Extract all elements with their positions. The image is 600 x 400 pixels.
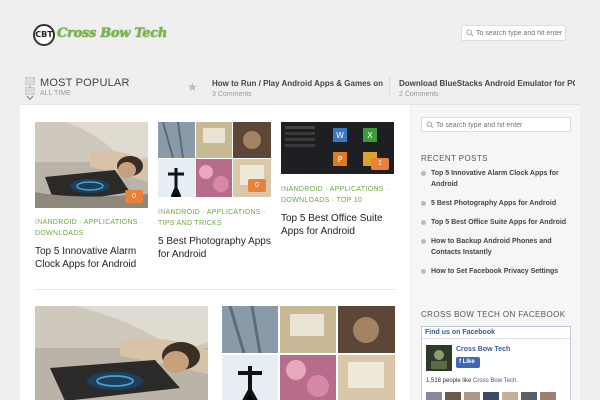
recent-post-link[interactable]: Top 5 Innovative Alarm Clock Apps for An… [421,168,573,190]
sidebar-search-box[interactable] [421,117,571,132]
comment-count-badge[interactable]: 1 [371,158,389,170]
fan-avatar[interactable] [445,392,461,400]
categories-prefix: IN [158,209,166,216]
comment-count-badge[interactable]: 0 [248,179,266,192]
post-card: INANDROID · APPLICATIONS · DOWNLOADS Top… [35,217,150,271]
fan-avatar[interactable] [426,392,442,400]
post-title[interactable]: 5 Best Photography Apps for Android [158,235,276,261]
photo-collage-image [222,306,395,400]
popular-item-title[interactable]: How to Run / Play Android Apps & Games o… [212,79,384,88]
site-header: CBT Cross Bow Tech [0,0,600,70]
fb-page-name[interactable]: Cross Bow Tech [456,346,510,353]
fb-find-us[interactable]: Find us on Facebook [422,327,570,339]
svg-text:W: W [336,131,344,140]
fb-count-text: 1,518 people like [426,378,472,384]
popular-item-comments[interactable]: 3 Comments [212,91,384,98]
alarm-clock-image [35,306,208,400]
categories-links[interactable]: ANDROID · APPLICATIONS · DOWNLOADS [35,219,143,237]
svg-text:P: P [338,155,343,164]
sidebar-search-input[interactable] [436,119,568,131]
post-card: INANDROID · APPLICATIONS · TIPS AND TRIC… [158,207,276,261]
page-avatar-image [426,345,452,371]
post-thumbnail[interactable]: W X P 1 [281,122,394,174]
svg-text:X: X [367,131,373,140]
most-popular-bar: MOST POPULAR ALL TIME ★ How to Run / Pla… [0,70,600,104]
chevron-up-icon[interactable] [25,77,35,91]
recent-post-link[interactable]: How to Set Facebook Privacy Settings [421,266,573,277]
search-icon [466,29,474,37]
divider [389,76,390,98]
categories-links[interactable]: ANDROID · APPLICATIONS · TIPS AND TRICKS [158,209,266,227]
post-categories[interactable]: INANDROID · APPLICATIONS · DOWNLOADS [35,217,150,239]
post-title[interactable]: Top 5 Best Office Suite Apps for Android [281,212,396,238]
post-categories[interactable]: INANDROID · APPLICATIONS · DOWNLOADS · T… [281,184,396,206]
sidebar: RECENT POSTS Top 5 Innovative Alarm Cloc… [410,104,580,400]
comment-count-badge[interactable]: 0 [125,190,143,203]
popular-title: MOST POPULAR [40,77,130,89]
fan-avatar[interactable] [483,392,499,400]
header-search-input[interactable] [476,27,564,40]
fan-avatar[interactable] [502,392,518,400]
recent-post-link[interactable]: 5 Best Photography Apps for Android [421,198,573,209]
popular-item[interactable]: Download BlueStacks Android Emulator for… [399,79,575,98]
fb-faces-row [426,391,568,400]
fan-avatar[interactable] [540,392,556,400]
chevron-down-icon[interactable] [25,87,35,101]
fb-like-label: Like [462,359,475,365]
post-title[interactable]: Top 5 Innovative Alarm Clock Apps for An… [35,245,150,271]
post-card: INANDROID · APPLICATIONS · DOWNLOADS · T… [281,184,396,238]
popular-subtitle: ALL TIME [40,90,71,97]
post-thumbnail[interactable]: 0 [35,122,148,208]
categories-prefix: IN [35,219,43,226]
post-thumbnail[interactable] [222,306,395,400]
post-thumbnail[interactable]: 0 [158,122,271,197]
post-categories[interactable]: INANDROID · APPLICATIONS · TIPS AND TRIC… [158,207,276,229]
logo-text: Cross Bow Tech [57,26,168,41]
recent-post-link[interactable]: How to Backup Android Phones and Contact… [421,236,573,258]
site-logo[interactable]: CBT Cross Bow Tech [33,22,167,48]
fb-like-button[interactable]: f Like [456,357,480,368]
post-thumbnail[interactable] [35,306,208,400]
popular-item-comments[interactable]: 2 Comments [399,91,575,98]
search-icon [426,121,434,129]
main-content: 0 0 W X P 1 INANDROID · APPLICATIONS · D… [20,104,410,400]
facebook-heading: CROSS BOW TECH ON FACEBOOK [421,310,566,319]
star-icon: ★ [187,80,198,94]
categories-prefix: IN [281,186,289,193]
section-divider [35,289,395,290]
recent-post-link[interactable]: Top 5 Best Office Suite Apps for Android [421,217,573,228]
facebook-like-box: Find us on Facebook Cross Bow Tech f Lik… [421,326,571,400]
header-search-box[interactable] [461,25,566,41]
categories-links[interactable]: ANDROID · APPLICATIONS · DOWNLOADS · TOP… [281,186,389,204]
fb-like-count: 1,518 people like Cross Bow Tech. [426,378,518,384]
recent-posts-heading: RECENT POSTS [421,154,488,163]
popular-item-title[interactable]: Download BlueStacks Android Emulator for… [399,79,575,88]
recent-posts-list: Top 5 Innovative Alarm Clock Apps for An… [421,168,573,285]
popular-item[interactable]: How to Run / Play Android Apps & Games o… [212,79,384,98]
logo-badge: CBT [33,24,55,46]
fan-avatar[interactable] [464,392,480,400]
fb-page-avatar[interactable] [426,345,452,371]
fb-count-link[interactable]: Cross Bow Tech. [473,378,518,384]
fan-avatar[interactable] [521,392,537,400]
popular-nav [25,77,35,101]
